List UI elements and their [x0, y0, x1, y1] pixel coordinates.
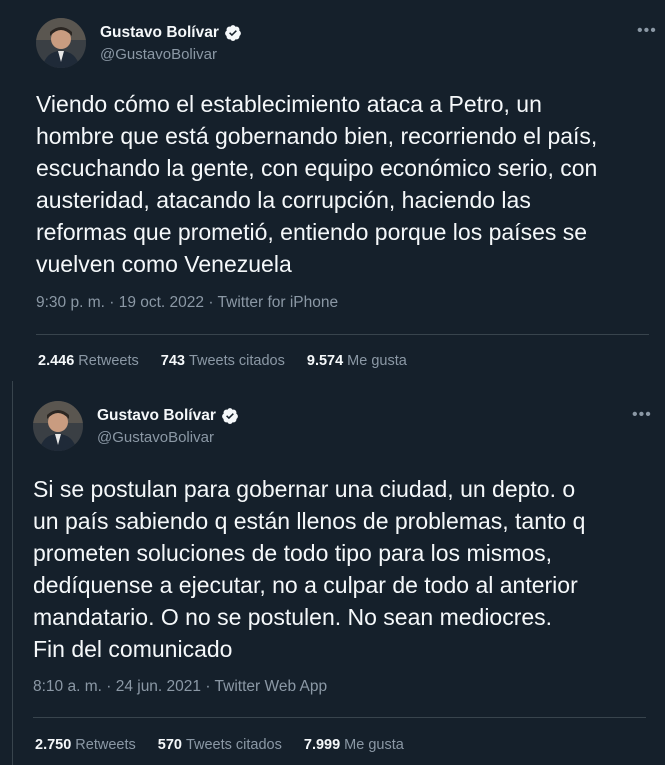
retweets-label: Retweets: [75, 737, 136, 753]
verified-badge-icon: [221, 408, 238, 424]
author-handle[interactable]: @GustavoBolivar: [97, 429, 239, 446]
retweets-label: Retweets: [78, 353, 139, 369]
likes-label: Me gusta: [344, 737, 404, 753]
avatar[interactable]: [33, 401, 83, 451]
quotes-stat[interactable]: 570 Tweets citados: [158, 737, 282, 753]
tweet-timestamp[interactable]: 9:30 p. m. · 19 oct. 2022 · Twitter for …: [36, 294, 338, 312]
retweets-count: 2.446: [38, 353, 75, 369]
verified-badge-icon: [224, 25, 241, 41]
author-handle[interactable]: @GustavoBolivar: [100, 46, 242, 63]
tweet-timestamp[interactable]: 8:10 a. m. · 24 jun. 2021 · Twitter Web …: [33, 678, 327, 696]
tweet-header: Gustavo Bolívar @GustavoBolivar: [33, 401, 239, 451]
retweets-stat[interactable]: 2.750 Retweets: [35, 737, 136, 753]
retweets-count: 2.750: [35, 737, 72, 753]
author-name[interactable]: Gustavo Bolívar: [97, 407, 216, 425]
author-block: Gustavo Bolívar @GustavoBolivar: [97, 401, 239, 446]
quotes-label: Tweets citados: [185, 737, 282, 753]
author-block: Gustavo Bolívar @GustavoBolivar: [100, 18, 242, 63]
author-name[interactable]: Gustavo Bolívar: [100, 24, 219, 42]
tweet-card: Gustavo Bolívar @GustavoBolivar ••• Si s…: [12, 381, 665, 765]
tweet-header: Gustavo Bolívar @GustavoBolivar: [36, 18, 242, 68]
divider: [36, 334, 649, 335]
quotes-stat[interactable]: 743 Tweets citados: [161, 353, 285, 369]
likes-label: Me gusta: [347, 353, 407, 369]
tweet-text: Si se postulan para gobernar una ciudad,…: [33, 476, 586, 662]
likes-count: 9.574: [306, 353, 344, 369]
retweets-stat[interactable]: 2.446 Retweets: [38, 353, 139, 369]
likes-stat[interactable]: 7.999 Me gusta: [304, 737, 404, 753]
avatar[interactable]: [36, 18, 86, 68]
quotes-label: Tweets citados: [188, 353, 285, 369]
quotes-count: 743: [160, 353, 185, 369]
more-options-icon[interactable]: •••: [632, 406, 652, 424]
likes-count: 7.999: [303, 737, 341, 753]
likes-stat[interactable]: 9.574 Me gusta: [307, 353, 407, 369]
tweet-stats: 2.446 Retweets 743 Tweets citados 9.574 Me …: [38, 353, 429, 369]
quotes-count: 570: [157, 737, 182, 753]
tweet-stats: 2.750 Retweets 570 Tweets citados 7.999 Me …: [35, 737, 426, 753]
tweet-card: Gustavo Bolívar @GustavoBolivar ••• Vien…: [0, 0, 665, 381]
more-options-icon[interactable]: •••: [637, 22, 657, 40]
divider: [33, 717, 646, 718]
tweet-text: Viendo cómo el establecimiento ataca a P…: [36, 91, 598, 277]
